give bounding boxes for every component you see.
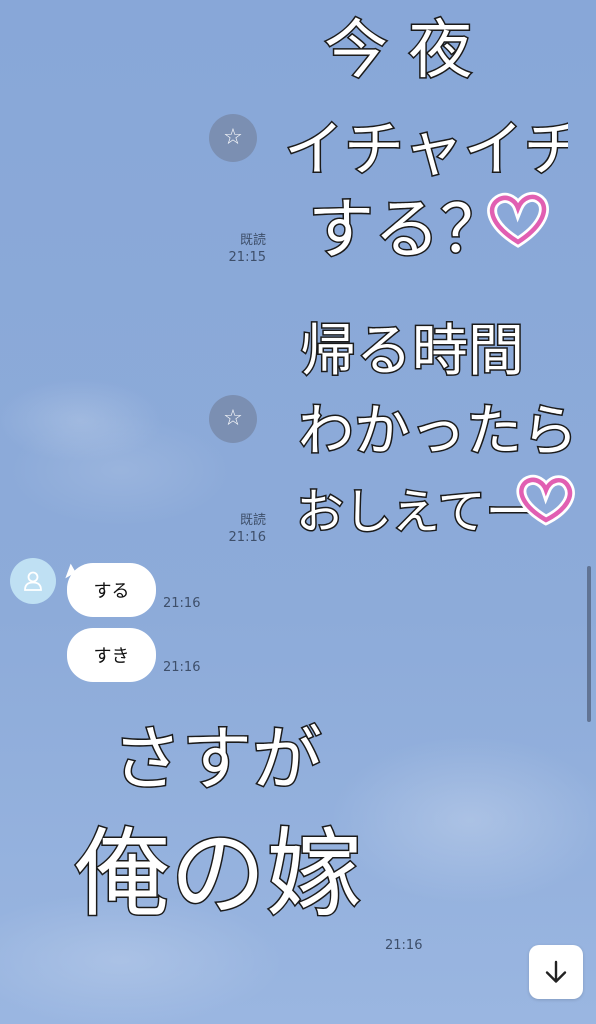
sticker-image: 今 夜 イチャイチャ する？: [283, 13, 569, 270]
sticker-action-button[interactable]: ☆: [209, 395, 257, 443]
person-icon: [24, 571, 42, 591]
sticker-line: わかったら: [298, 399, 578, 464]
message-time: 21:15: [228, 250, 266, 265]
arrow-down-icon: [545, 960, 567, 983]
message-time: 21:16: [163, 660, 201, 675]
star-icon: ☆: [223, 406, 243, 431]
message-meta: 既読 21:16: [222, 512, 266, 546]
sticker-line: さすが: [112, 718, 322, 800]
scroll-down-button[interactable]: [529, 945, 583, 999]
sticker-line: おしえてー: [296, 484, 534, 540]
avatar[interactable]: [10, 558, 56, 604]
message-bubble[interactable]: する: [67, 563, 156, 617]
sticker-line: イチャイチャ: [284, 115, 568, 185]
star-icon: ☆: [223, 125, 243, 150]
message-bubble[interactable]: すき: [67, 628, 156, 682]
message-text: すき: [93, 646, 130, 667]
sticker-line: 今 夜: [324, 14, 472, 88]
scrollbar[interactable]: [587, 566, 591, 722]
sticker-line: する？: [308, 191, 506, 268]
message-time: 21:16: [163, 596, 201, 611]
sticker-line: 帰る時間: [300, 319, 524, 384]
message-time: 21:16: [385, 938, 423, 953]
message-time: 21:16: [228, 530, 266, 545]
sticker-image: さすが 俺の嫁: [73, 717, 364, 932]
sticker-line: 俺の嫁: [74, 818, 362, 930]
sticker-action-button[interactable]: ☆: [209, 114, 257, 162]
read-receipt: 既読: [239, 513, 266, 528]
sticker-message[interactable]: さすが 俺の嫁: [70, 705, 390, 945]
sticker-image: 帰る時間 わかったら おしえてー: [295, 318, 580, 542]
message-text: する: [93, 581, 130, 602]
read-receipt: 既読: [239, 233, 266, 248]
message-meta: 既読 21:15: [222, 232, 266, 266]
sticker-message[interactable]: 帰る時間 わかったら おしえてー: [290, 296, 580, 546]
sticker-message[interactable]: 今 夜 イチャイチャ する？: [278, 0, 569, 270]
